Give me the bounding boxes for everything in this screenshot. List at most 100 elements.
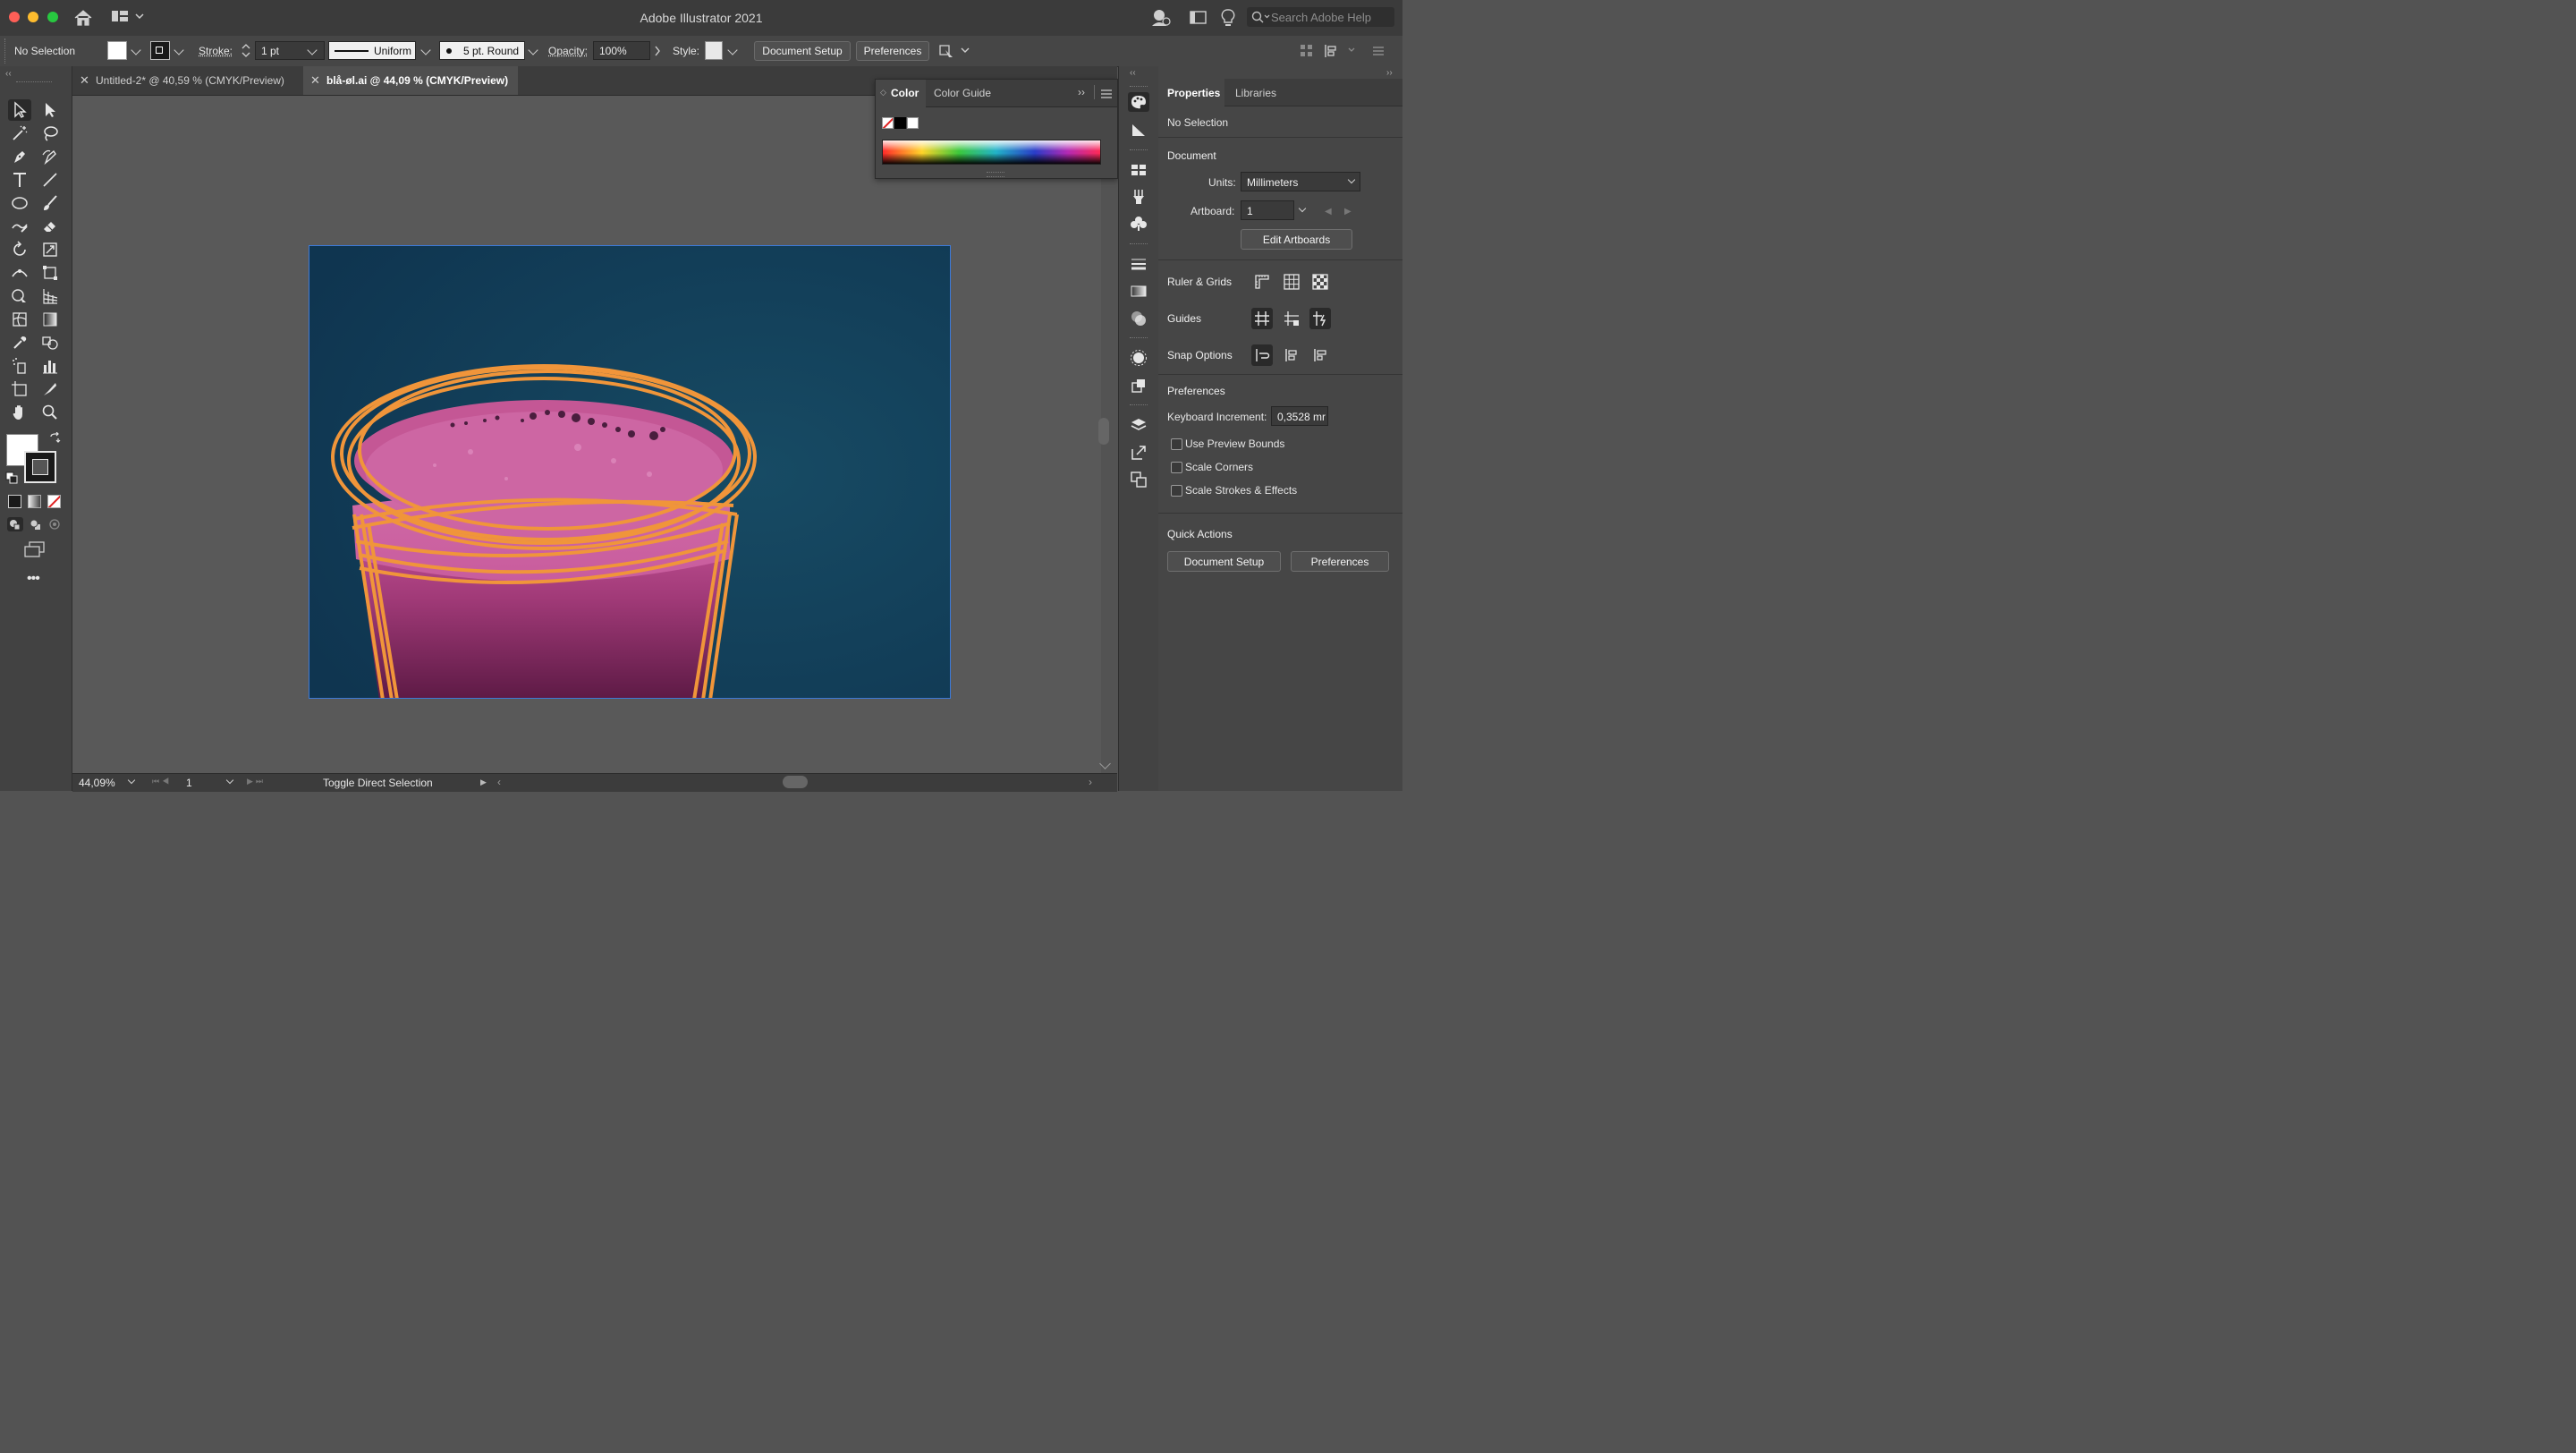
artboard[interactable]: [309, 245, 951, 699]
draw-behind-icon[interactable]: [28, 517, 44, 531]
none-mode-icon[interactable]: [47, 495, 61, 508]
opacity-label[interactable]: Opacity:: [548, 45, 588, 57]
ruler-icon[interactable]: [1251, 271, 1273, 293]
blend-tool-icon[interactable]: [38, 332, 62, 353]
symbol-sprayer-tool-icon[interactable]: [8, 355, 31, 377]
color-panel-icon[interactable]: [1128, 92, 1149, 112]
appearance-icon[interactable]: [1128, 348, 1149, 368]
paintbrush-tool-icon[interactable]: [38, 192, 62, 214]
horizontal-scrollbar-thumb[interactable]: [783, 776, 808, 788]
artboards-icon[interactable]: [1128, 470, 1149, 489]
stroke-swatch[interactable]: [150, 41, 170, 60]
swatches-icon[interactable]: [1128, 160, 1149, 180]
scale-tool-icon[interactable]: [38, 239, 62, 260]
selection-tool-icon[interactable]: [8, 99, 31, 121]
change-screen-mode-icon[interactable]: [23, 540, 47, 558]
control-bar-grip[interactable]: [4, 38, 7, 64]
graphic-styles-icon[interactable]: [1128, 376, 1149, 395]
scroll-right-arrow[interactable]: ›: [1089, 776, 1092, 788]
tab-untitled-2[interactable]: ✕ Untitled-2* @ 40,59 % (CMYK/Preview): [72, 66, 303, 95]
align-icon[interactable]: [1300, 44, 1314, 58]
color-guide-icon[interactable]: [1128, 120, 1149, 140]
transparency-icon[interactable]: [1128, 309, 1149, 328]
curvature-tool-icon[interactable]: [38, 146, 62, 167]
transparency-grid-icon[interactable]: [1309, 271, 1331, 293]
scale-corners-checkbox[interactable]: [1171, 462, 1182, 473]
gradient-tool-icon[interactable]: [38, 309, 62, 330]
swap-fill-stroke-icon[interactable]: [48, 431, 61, 445]
eraser-tool-icon[interactable]: [38, 216, 62, 237]
ellipse-tool-icon[interactable]: [8, 192, 31, 214]
units-select[interactable]: Millimeters: [1241, 172, 1360, 191]
draw-inside-icon[interactable]: [47, 517, 64, 531]
canvas-area[interactable]: [72, 96, 1111, 773]
graphic-style-swatch[interactable]: [705, 41, 723, 60]
panel-expand-icon[interactable]: ››: [1078, 86, 1085, 98]
grid-icon[interactable]: [1281, 271, 1302, 293]
profile-chevron[interactable]: [420, 45, 431, 55]
tab-bla-ol[interactable]: ✕ blå-øl.ai @ 44,09 % (CMYK/Preview): [303, 66, 518, 95]
eyedropper-tool-icon[interactable]: [8, 332, 31, 353]
black-swatch[interactable]: [894, 117, 906, 129]
status-menu-arrow[interactable]: ▶: [480, 777, 487, 787]
stroke-weight-stepper[interactable]: [240, 41, 252, 60]
quick-document-setup-button[interactable]: Document Setup: [1167, 551, 1281, 572]
search-help-field[interactable]: Search Adobe Help: [1247, 7, 1394, 27]
panel-menu-icon[interactable]: [1101, 89, 1112, 98]
variable-width-profile[interactable]: Uniform: [328, 41, 416, 60]
mesh-tool-icon[interactable]: [8, 309, 31, 330]
user-account-icon[interactable]: [1150, 8, 1172, 28]
close-tab-icon[interactable]: ✕: [310, 73, 320, 88]
artboard-tool-icon[interactable]: [8, 378, 31, 400]
none-swatch[interactable]: [882, 117, 894, 129]
color-spectrum[interactable]: [882, 140, 1101, 165]
perspective-grid-tool-icon[interactable]: [38, 285, 62, 307]
layers-icon[interactable]: [1128, 415, 1149, 435]
smart-guides-icon[interactable]: [1309, 308, 1331, 329]
collapse-tools-icon[interactable]: ‹‹: [5, 69, 12, 79]
control-bar-menu-icon[interactable]: [1371, 44, 1385, 58]
first-previous-artboard-icons[interactable]: ⏮◀: [152, 777, 172, 786]
column-graph-tool-icon[interactable]: [38, 355, 62, 377]
snap-options-icon[interactable]: [1324, 43, 1360, 59]
edit-artboards-button[interactable]: Edit Artboards: [1241, 229, 1352, 250]
direct-selection-tool-icon[interactable]: [38, 99, 62, 121]
gradient-panel-icon[interactable]: [1128, 281, 1149, 301]
graphic-style-chevron[interactable]: [727, 45, 738, 55]
rotate-tool-icon[interactable]: [8, 239, 31, 260]
discover-bulb-icon[interactable]: [1220, 8, 1236, 28]
select-similar-icon[interactable]: [938, 43, 974, 59]
magic-wand-tool-icon[interactable]: [8, 123, 31, 144]
symbols-icon[interactable]: [1128, 214, 1149, 234]
brush-definition[interactable]: 5 pt. Round: [439, 41, 525, 60]
lock-guides-icon[interactable]: [1281, 308, 1302, 329]
tab-libraries[interactable]: Libraries: [1235, 87, 1276, 99]
shaper-tool-icon[interactable]: [8, 216, 31, 237]
fill-dropdown-chevron[interactable]: [131, 45, 141, 55]
slice-tool-icon[interactable]: [38, 378, 62, 400]
line-segment-tool-icon[interactable]: [38, 169, 62, 191]
lasso-tool-icon[interactable]: [38, 123, 62, 144]
quick-preferences-button[interactable]: Preferences: [1291, 551, 1389, 572]
width-tool-icon[interactable]: [8, 262, 31, 284]
arrange-documents-icon[interactable]: [1190, 10, 1208, 26]
gradient-mode-icon[interactable]: [28, 495, 41, 508]
artboard-field[interactable]: 1: [1241, 200, 1294, 220]
default-fill-stroke-icon[interactable]: [5, 472, 18, 484]
stroke-label[interactable]: Stroke:: [199, 45, 233, 57]
free-transform-tool-icon[interactable]: [38, 262, 62, 284]
scale-strokes-checkbox[interactable]: [1171, 485, 1182, 497]
artwork-beer-glass[interactable]: [309, 246, 951, 699]
stroke-panel-icon[interactable]: [1128, 254, 1149, 274]
scroll-left-arrow[interactable]: ‹: [497, 776, 501, 788]
previous-artboard-icon[interactable]: ◀: [1325, 207, 1332, 217]
show-guides-icon[interactable]: [1251, 308, 1273, 329]
tab-properties[interactable]: Properties: [1158, 79, 1224, 106]
type-tool-icon[interactable]: [8, 169, 31, 191]
edit-toolbar-icon[interactable]: •••: [27, 571, 45, 586]
next-artboard-icon[interactable]: ▶: [1344, 207, 1352, 217]
zoom-tool-icon[interactable]: [38, 402, 62, 423]
opacity-expand-arrow[interactable]: [654, 46, 661, 56]
zoom-chevron-icon[interactable]: [127, 776, 136, 785]
close-tab-icon[interactable]: ✕: [80, 73, 89, 88]
